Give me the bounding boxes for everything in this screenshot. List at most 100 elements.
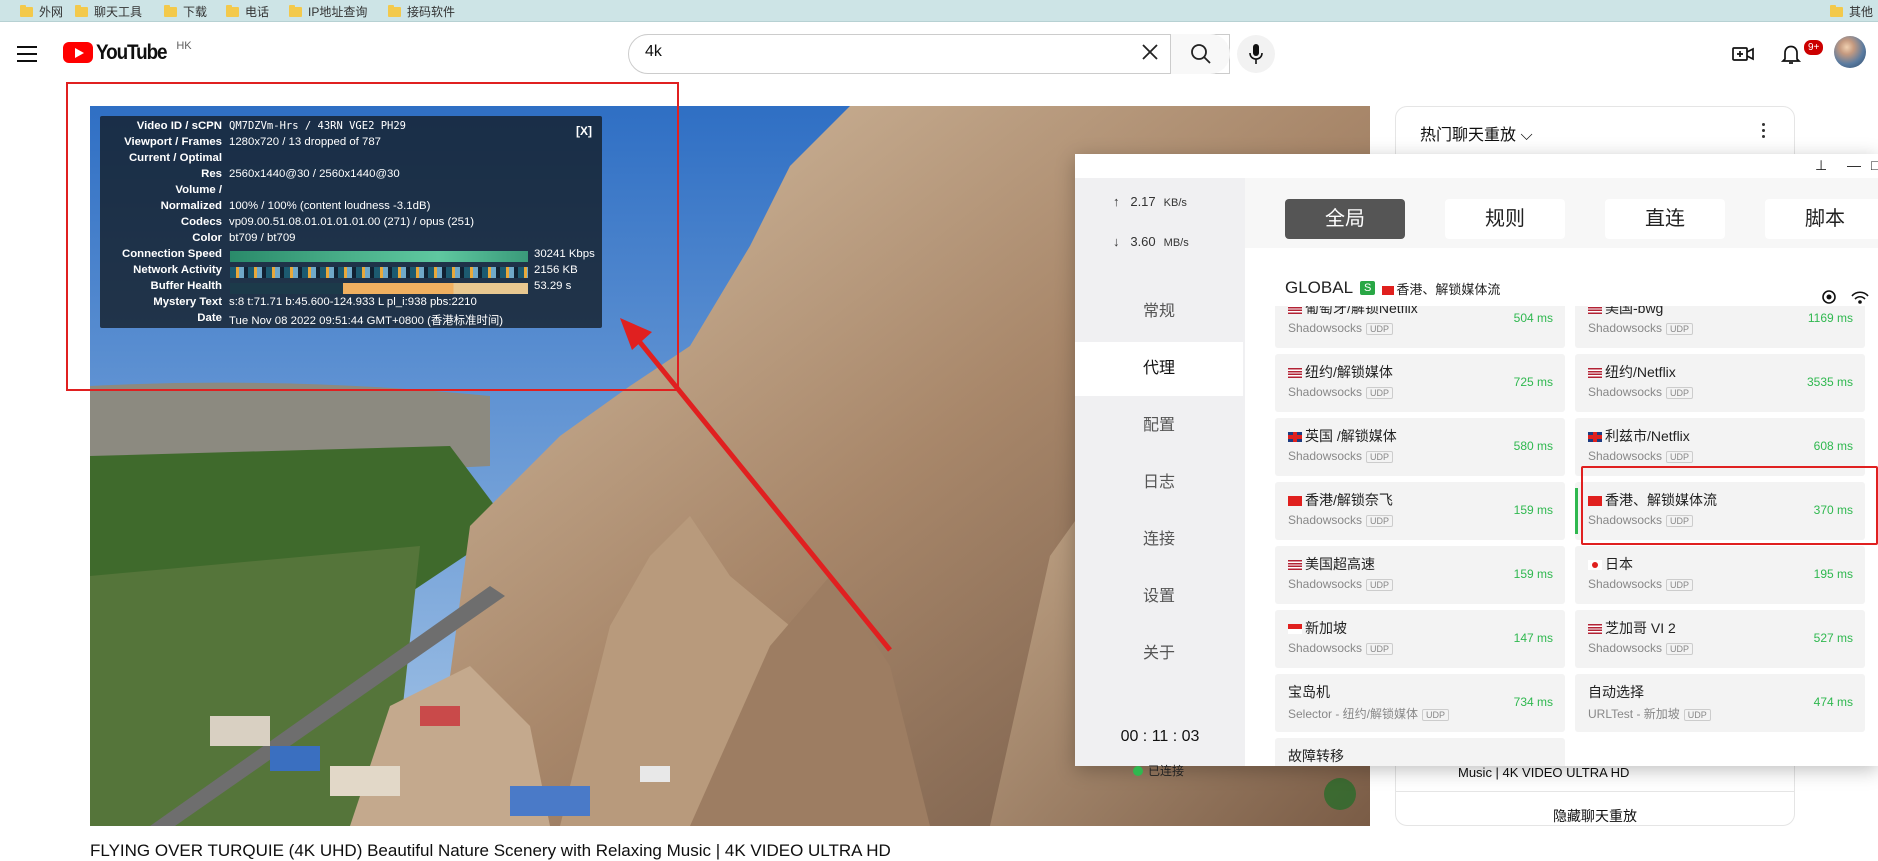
proxy-type: Shadowsocks — [1288, 321, 1363, 335]
nav-proxies[interactable]: 代理 — [1075, 342, 1243, 396]
proxy-name: 日本 — [1605, 556, 1633, 572]
us-flag-icon — [1288, 368, 1302, 378]
minimize-icon[interactable]: — — [1847, 157, 1861, 173]
proxy-card[interactable]: 香港/解锁奈飞 Shadowsocks UDP 159 ms — [1275, 482, 1565, 540]
connection-timer: 00 : 11 : 03 — [1120, 728, 1200, 745]
latency-test-icon[interactable] — [1850, 288, 1870, 306]
pin-icon[interactable]: ⊥ — [1815, 157, 1827, 174]
udp-badge: UDP — [1366, 579, 1394, 591]
proxy-name: 利兹市/Netflix — [1605, 428, 1690, 444]
proxy-type: Shadowsocks — [1288, 449, 1363, 463]
upload-speed: ↑ 2.17 KB/s — [1113, 194, 1187, 209]
nav-general[interactable]: 常规 — [1075, 285, 1243, 339]
us-flag-icon — [1288, 306, 1302, 314]
proxy-name: 葡萄牙/解锁Netflix — [1305, 306, 1418, 316]
udp-badge: UDP — [1366, 323, 1394, 335]
sg-flag-icon — [1288, 624, 1302, 634]
proxy-type: Shadowsocks — [1288, 577, 1363, 591]
folder-icon — [289, 4, 302, 17]
proxy-card[interactable]: 故障转移 — [1275, 738, 1565, 766]
clash-sidebar: ↑ 2.17 KB/s ↓ 3.60 MB/s 常规 代理 配置 日志 连接 设置 … — [1075, 178, 1245, 778]
bookmark-label: 外网 — [39, 5, 64, 19]
voice-search-button[interactable] — [1237, 35, 1275, 73]
nav-logs[interactable]: 日志 — [1075, 456, 1243, 510]
bookmark-label: 聊天工具 — [94, 5, 143, 19]
proxy-card[interactable]: 葡萄牙/解锁Netflix Shadowsocks UDP 504 ms — [1275, 306, 1565, 348]
clash-window: ⊥ — □ ↑ 2.17 KB/s ↓ 3.60 MB/s 常规 代理 配置 日志 … — [1075, 154, 1878, 778]
proxy-type: Shadowsocks — [1288, 641, 1363, 655]
bookmark-item[interactable]: 其他 — [1830, 3, 1873, 20]
connection-status: 已连接 — [1133, 762, 1184, 779]
hk-flag-icon — [1382, 285, 1395, 295]
bookmark-item[interactable]: 电话 — [226, 3, 269, 20]
udp-badge: UDP — [1683, 709, 1711, 721]
notifications-bell-icon[interactable] — [1779, 42, 1803, 66]
mode-script-button[interactable]: 脚本 — [1765, 199, 1878, 239]
chat-replay-title[interactable]: 热门聊天重放 ⌵ — [1420, 121, 1533, 145]
proxy-latency: 474 ms — [1813, 695, 1853, 709]
udp-badge: UDP — [1366, 515, 1394, 527]
maximize-icon[interactable]: □ — [1871, 157, 1878, 173]
proxy-type: Shadowsocks — [1588, 577, 1663, 591]
selected-proxy-highlight-box — [1581, 466, 1878, 545]
proxy-name: 纽约/解锁媒体 — [1305, 364, 1393, 380]
proxy-card[interactable]: 日本 Shadowsocks UDP 195 ms — [1575, 546, 1865, 604]
proxy-group-header[interactable]: GLOBAL S 香港、解锁媒体流 — [1285, 278, 1500, 298]
hide-chat-label: 隐藏聊天重放 — [1553, 808, 1637, 824]
search-icon — [1191, 44, 1211, 64]
create-video-icon[interactable] — [1731, 42, 1755, 66]
bookmark-item[interactable]: 接码软件 — [388, 3, 455, 20]
search-button[interactable] — [1170, 34, 1230, 74]
video-title: FLYING OVER TURQUIE (4K UHD) Beautiful N… — [90, 841, 891, 860]
proxy-latency: 195 ms — [1813, 567, 1853, 581]
mode-rule-button[interactable]: 规则 — [1445, 199, 1565, 239]
mode-direct-button[interactable]: 直连 — [1605, 199, 1725, 239]
proxy-card[interactable]: 英国 /解锁媒体 Shadowsocks UDP 580 ms — [1275, 418, 1565, 476]
proxy-name: 英国 /解锁媒体 — [1305, 428, 1397, 444]
proxy-latency: 580 ms — [1513, 439, 1553, 453]
proxy-card[interactable]: 宝岛机 Selector - 纽约/解锁媒体 UDP 734 ms — [1275, 674, 1565, 732]
proxy-card[interactable]: 新加坡 Shadowsocks UDP 147 ms — [1275, 610, 1565, 668]
region-code: HK — [176, 40, 192, 52]
proxy-type: URLTest - 新加坡 — [1588, 707, 1680, 721]
upload-value: 2.17 — [1130, 194, 1156, 209]
proxy-card[interactable]: 美国-bwg Shadowsocks UDP 1169 ms — [1575, 306, 1865, 348]
proxy-type: Shadowsocks — [1588, 449, 1663, 463]
nav-connections[interactable]: 连接 — [1075, 513, 1243, 567]
hide-chat-replay-button[interactable]: 隐藏聊天重放 — [1396, 791, 1794, 826]
proxy-card[interactable]: 美国超高速 Shadowsocks UDP 159 ms — [1275, 546, 1565, 604]
nav-settings[interactable]: 设置 — [1075, 570, 1243, 624]
bookmark-item[interactable]: IP地址查询 — [289, 3, 367, 20]
proxy-card[interactable]: 自动选择 URLTest - 新加坡 UDP 474 ms — [1575, 674, 1865, 732]
proxy-card[interactable]: 纽约/Netflix Shadowsocks UDP 3535 ms — [1575, 354, 1865, 412]
avatar[interactable] — [1834, 36, 1866, 68]
mode-global-button[interactable]: 全局 — [1285, 199, 1405, 239]
us-flag-icon — [1588, 368, 1602, 378]
nav-profiles[interactable]: 配置 — [1075, 399, 1243, 453]
proxy-card[interactable]: 芝加哥 VI 2 Shadowsocks UDP 527 ms — [1575, 610, 1865, 668]
search-value: 4k — [645, 43, 662, 60]
bookmark-item[interactable]: 下载 — [164, 3, 207, 20]
menu-icon[interactable] — [17, 46, 37, 62]
nav-about[interactable]: 关于 — [1075, 627, 1243, 681]
bookmark-item[interactable]: 聊天工具 — [75, 3, 142, 20]
chevron-down-icon: ⌵ — [1520, 127, 1533, 144]
logo-text: YouTube — [96, 41, 168, 64]
proxy-latency: 159 ms — [1513, 567, 1553, 581]
youtube-logo[interactable]: YouTube HK — [63, 40, 192, 64]
folder-icon — [164, 4, 177, 17]
proxy-name: 纽约/Netflix — [1605, 364, 1676, 380]
bookmark-item[interactable]: 外网 — [20, 3, 63, 20]
status-text: 已连接 — [1148, 764, 1185, 778]
proxy-name: 故障转移 — [1288, 748, 1344, 764]
clear-search-icon[interactable] — [1137, 40, 1163, 66]
locate-icon[interactable] — [1820, 288, 1838, 306]
more-options-icon[interactable] — [1762, 123, 1766, 141]
microphone-icon — [1249, 44, 1263, 64]
proxy-latency: 608 ms — [1813, 439, 1853, 453]
proxy-latency: 734 ms — [1513, 695, 1553, 709]
jp-flag-icon — [1588, 560, 1602, 570]
bookmarks-bar: 外网 聊天工具 下载 电话 IP地址查询 接码软件 其他 — [0, 0, 1878, 22]
proxy-type: Shadowsocks — [1288, 513, 1363, 527]
proxy-card[interactable]: 纽约/解锁媒体 Shadowsocks UDP 725 ms — [1275, 354, 1565, 412]
